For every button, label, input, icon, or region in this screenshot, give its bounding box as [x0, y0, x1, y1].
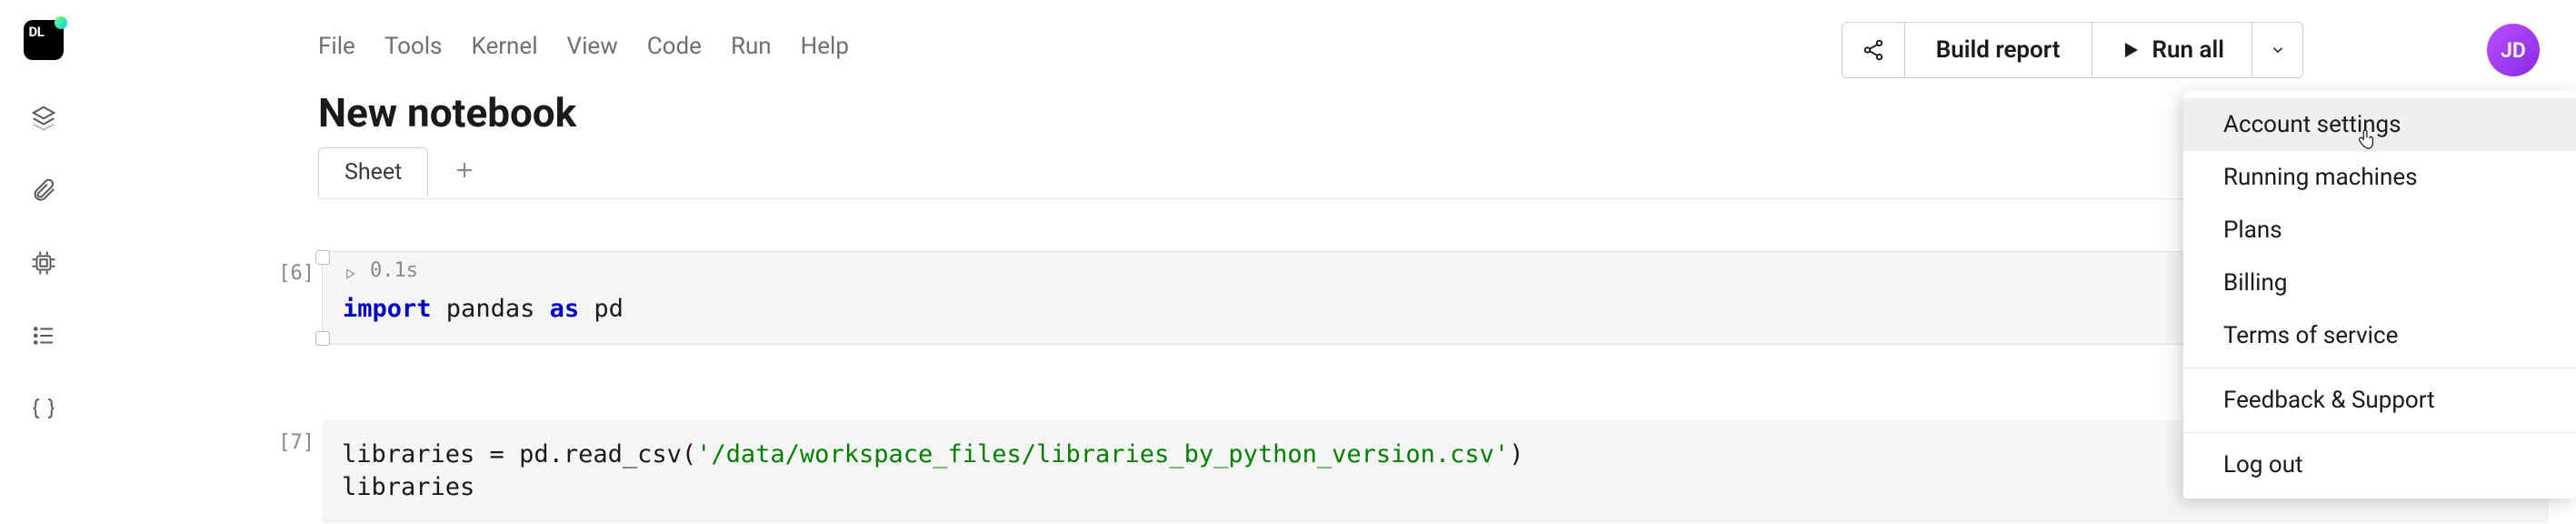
- cell-exec-label: [7]: [264, 431, 315, 454]
- attachment-icon[interactable]: [28, 175, 59, 206]
- mini-run-icon[interactable]: [343, 264, 357, 278]
- toc-icon[interactable]: [28, 320, 59, 351]
- avatar[interactable]: JD: [2487, 24, 2540, 76]
- play-icon: [2120, 39, 2142, 61]
- avatar-initials: JD: [2501, 38, 2526, 63]
- menu-separator: [2183, 432, 2576, 433]
- token-keyword: as: [550, 295, 580, 323]
- menu-plans[interactable]: Plans: [2183, 204, 2576, 257]
- top-actions: Build report Run all: [1842, 22, 2303, 78]
- menu-view[interactable]: View: [567, 33, 618, 60]
- menu-logout[interactable]: Log out: [2183, 438, 2576, 491]
- token-keyword: import: [343, 295, 432, 323]
- left-rail: [0, 0, 86, 524]
- page-title: New notebook: [318, 89, 576, 136]
- menu-tools[interactable]: Tools: [384, 33, 443, 60]
- token-string: '/data/workspace_files/libraries_by_pyth…: [696, 440, 1509, 469]
- build-report-button[interactable]: Build report: [1905, 22, 2092, 78]
- token-text: ): [1509, 440, 1523, 469]
- run-all-button[interactable]: Run all: [2092, 22, 2253, 78]
- add-tab-button[interactable]: [454, 156, 475, 188]
- menu-file[interactable]: File: [318, 33, 355, 60]
- gutter-handle-bottom[interactable]: [315, 331, 330, 346]
- layers-icon[interactable]: [28, 102, 59, 133]
- plus-icon: [454, 159, 475, 181]
- cursor-pointer-icon: [2356, 129, 2376, 149]
- top-menubar: File Tools Kernel View Code Run Help: [318, 33, 849, 60]
- menu-code[interactable]: Code: [647, 33, 702, 60]
- token-text: libraries = pd.read_csv(: [342, 440, 696, 469]
- share-button[interactable]: [1842, 22, 1905, 78]
- menu-feedback[interactable]: Feedback & Support: [2183, 374, 2576, 427]
- run-all-dropdown-button[interactable]: [2252, 22, 2303, 78]
- menu-terms[interactable]: Terms of service: [2183, 309, 2576, 362]
- cpu-icon[interactable]: [28, 247, 59, 278]
- avatar-menu: Account settings Running machines Plans …: [2183, 91, 2576, 499]
- cell-timing: 0.1s: [370, 259, 418, 282]
- menu-help[interactable]: Help: [801, 33, 849, 60]
- tabs: Sheet: [318, 147, 475, 196]
- token-text: pandas: [432, 295, 550, 323]
- run-all-label: Run all: [2152, 36, 2225, 64]
- app-logo[interactable]: [24, 20, 64, 60]
- chevron-down-icon: [2270, 42, 2286, 58]
- tab-sheet[interactable]: Sheet: [318, 147, 428, 196]
- menu-run[interactable]: Run: [731, 33, 772, 60]
- token-text: pd: [579, 295, 624, 323]
- menu-kernel[interactable]: Kernel: [471, 33, 537, 60]
- menu-billing[interactable]: Billing: [2183, 257, 2576, 309]
- braces-icon[interactable]: [28, 393, 59, 424]
- menu-running-machines[interactable]: Running machines: [2183, 151, 2576, 204]
- menu-account-settings[interactable]: Account settings: [2183, 98, 2576, 151]
- token-text: libraries: [342, 473, 474, 501]
- gutter-handle-top[interactable]: [315, 250, 330, 265]
- cell-exec-label: [6]: [264, 262, 315, 285]
